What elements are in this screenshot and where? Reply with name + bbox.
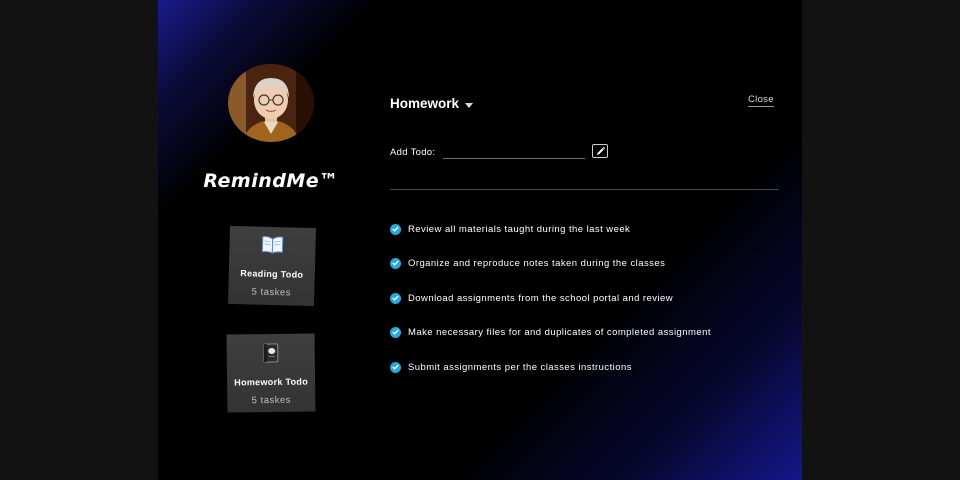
divider: [390, 189, 779, 190]
todo-item: Submit assignments per the classes instr…: [390, 360, 632, 374]
reading-todo-card[interactable]: Reading Todo 5 taskes: [227, 225, 317, 307]
todo-text: Organize and reproduce notes taken durin…: [408, 257, 666, 269]
notebook-icon: [227, 341, 315, 364]
checkmark-icon[interactable]: [390, 292, 401, 304]
card-title: Homework Todo: [234, 376, 309, 388]
card-title: Reading Todo: [240, 268, 304, 280]
homework-todo-card[interactable]: Homework Todo 5 taskes: [226, 333, 316, 413]
avatar: [228, 64, 314, 142]
card-count: 5 taskes: [251, 394, 292, 407]
add-todo-button[interactable]: [592, 144, 608, 158]
todo-text: Download assignments from the school por…: [408, 292, 674, 304]
caret-down-icon: [465, 103, 474, 108]
open-book-icon: [229, 234, 316, 258]
list-selector-dropdown[interactable]: Homework: [390, 96, 474, 111]
add-todo-label: Add Todo:: [390, 147, 436, 158]
card-count: 5 taskes: [251, 286, 292, 299]
todo-item: Download assignments from the school por…: [390, 291, 673, 305]
todo-text: Submit assignments per the classes instr…: [408, 361, 632, 373]
add-todo-input[interactable]: [443, 146, 585, 159]
list-title: Homework: [390, 96, 460, 111]
checkmark-icon[interactable]: [390, 257, 401, 269]
todo-item: Make necessary files for and duplicates …: [390, 325, 711, 339]
app-window: RemindMe™ Reading Todo 5 taskes Homework…: [0, 0, 960, 480]
pencil-icon: [595, 146, 606, 157]
checkmark-icon[interactable]: [390, 326, 401, 338]
todo-text: Make necessary files for and duplicates …: [408, 326, 711, 338]
brand-title: RemindMe™: [203, 170, 339, 192]
todo-item: Organize and reproduce notes taken durin…: [390, 256, 665, 270]
todo-text: Review all materials taught during the l…: [408, 223, 631, 235]
checkmark-icon[interactable]: [390, 361, 401, 373]
checkmark-icon[interactable]: [390, 223, 401, 235]
close-button[interactable]: Close: [748, 94, 774, 107]
todo-item: Review all materials taught during the l…: [390, 222, 630, 236]
